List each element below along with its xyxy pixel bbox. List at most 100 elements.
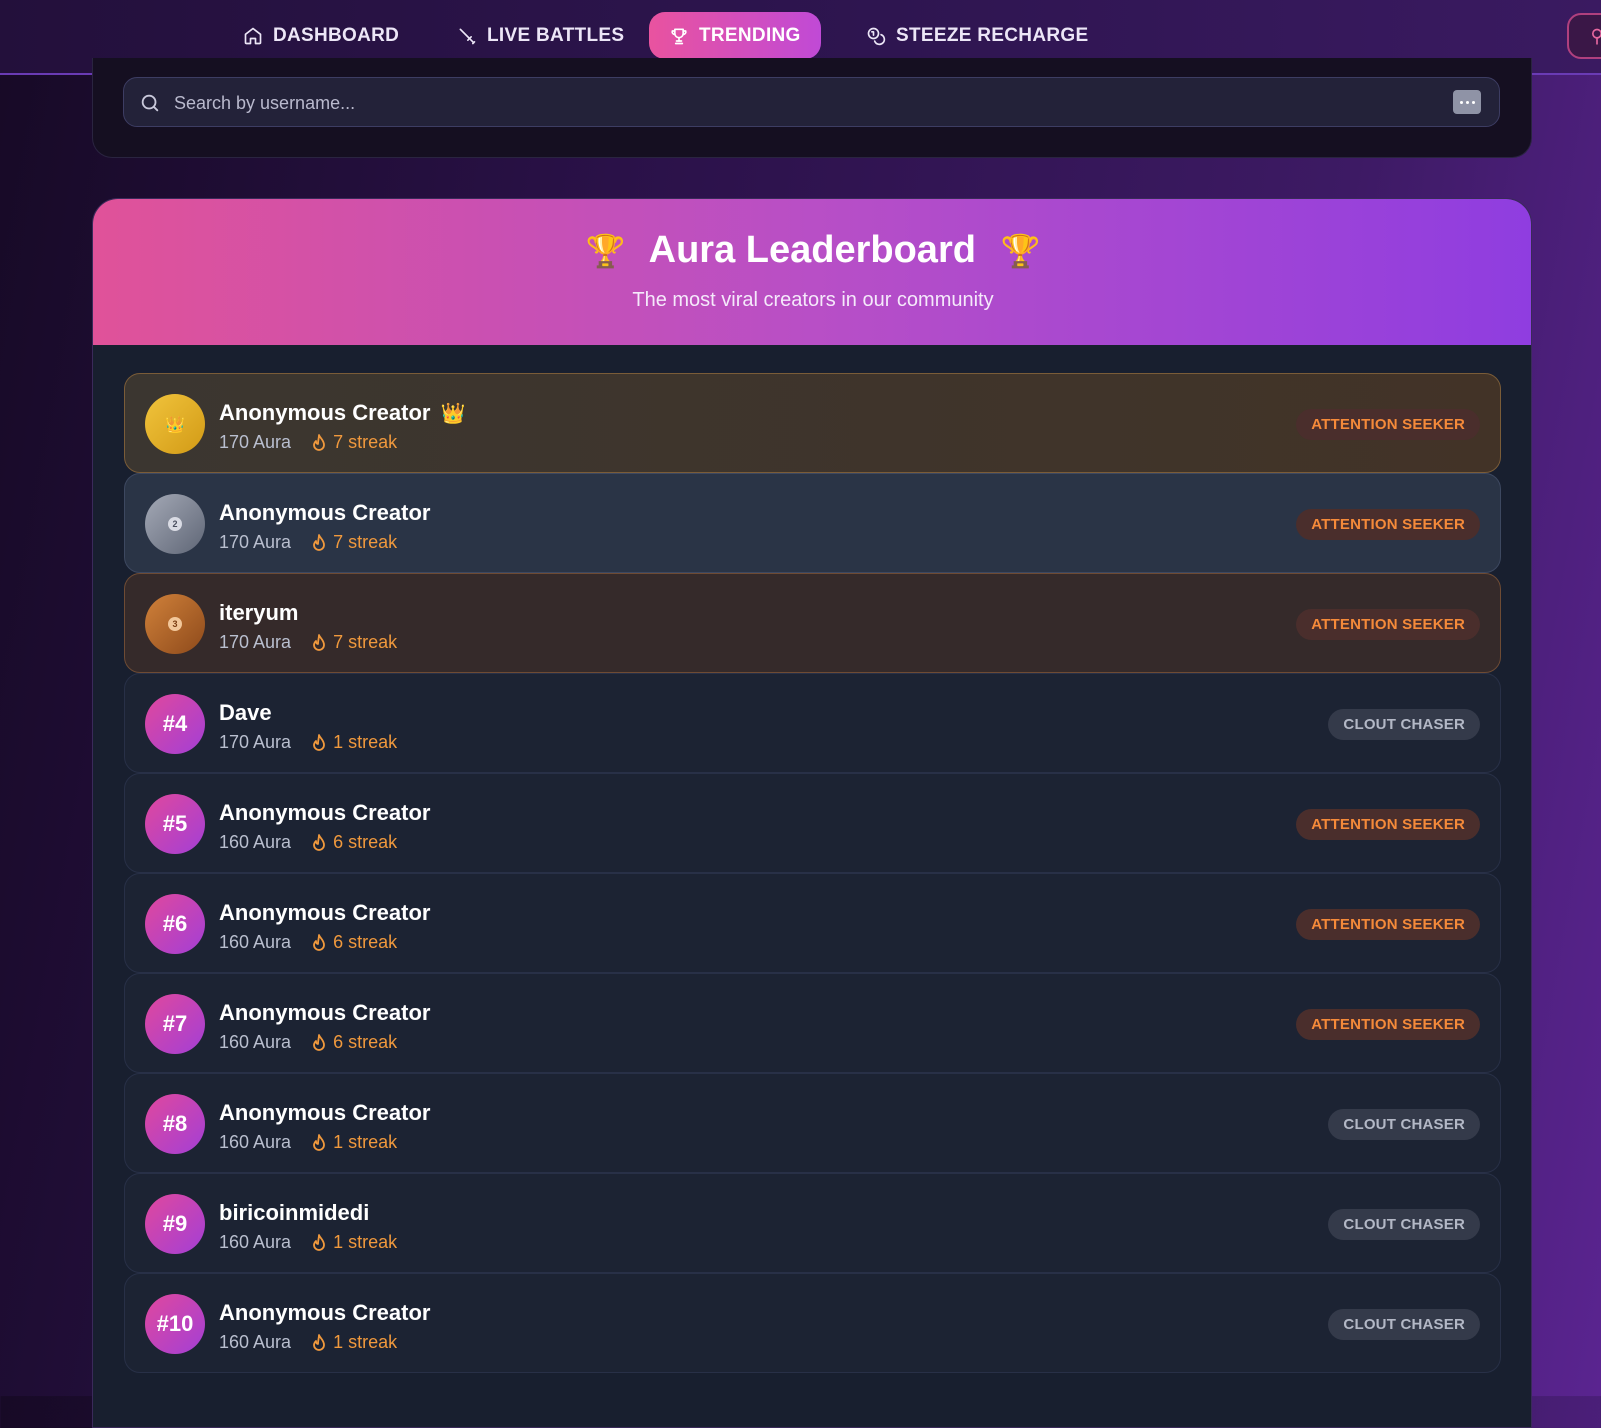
rank-avatar: #6 xyxy=(145,894,205,954)
trophy-emoji-icon: 🏆 xyxy=(1000,232,1041,270)
streak: 1 streak xyxy=(311,1232,397,1253)
flame-icon xyxy=(313,733,325,751)
leaderboard-row[interactable]: #10 Anonymous Creator 160 Aura 1 streak … xyxy=(124,1273,1501,1373)
leaderboard-subtitle: The most viral creators in our community xyxy=(632,289,994,311)
creator-name: Anonymous Creator 👑 xyxy=(219,400,465,426)
flame-icon xyxy=(313,633,325,651)
streak: 1 streak xyxy=(311,1132,397,1153)
creator-name-text: Anonymous Creator xyxy=(219,500,431,525)
aura-value: 160 Aura xyxy=(219,1232,292,1252)
creator-name-text: Anonymous Creator xyxy=(219,900,431,925)
flame-icon xyxy=(313,833,325,851)
trophy-icon xyxy=(671,28,687,44)
creator-name: Anonymous Creator xyxy=(219,500,430,526)
nav-trending[interactable]: TRENDING xyxy=(649,12,821,59)
creator-stats: 160 Aura 6 streak xyxy=(219,1032,397,1053)
creator-name: Anonymous Creator xyxy=(219,1000,430,1026)
creator-name: biricoinmidedi xyxy=(219,1200,369,1226)
creator-name: Anonymous Creator xyxy=(219,900,430,926)
leaderboard-row[interactable]: 2 Anonymous Creator 170 Aura 7 streak AT… xyxy=(124,473,1501,573)
flame-icon xyxy=(313,1033,325,1051)
streak-value: 6 streak xyxy=(333,832,398,852)
aura-value: 170 Aura xyxy=(219,632,292,652)
status-badge: CLOUT CHASER xyxy=(1328,1209,1480,1240)
search-box[interactable] xyxy=(123,77,1500,127)
search-input[interactable] xyxy=(174,88,1374,118)
leaderboard-row[interactable]: 👑 Anonymous Creator 👑 170 Aura 7 streak A… xyxy=(124,373,1501,473)
rank-2-avatar: 2 xyxy=(145,494,205,554)
rank-avatar: #7 xyxy=(145,994,205,1054)
home-icon xyxy=(244,27,262,44)
streak: 7 streak xyxy=(311,432,397,453)
nav-dashboard[interactable]: DASHBOARD xyxy=(223,12,419,59)
status-badge: ATTENTION SEEKER xyxy=(1296,609,1480,640)
nav-live-battles[interactable]: LIVE BATTLES xyxy=(437,12,644,59)
leaderboard-row[interactable]: #6 Anonymous Creator 160 Aura 6 streak A… xyxy=(124,873,1501,973)
creator-stats: 160 Aura 6 streak xyxy=(219,832,397,853)
profile-button[interactable] xyxy=(1567,13,1601,59)
silver-medal-icon: 2 xyxy=(168,517,182,531)
nav-trending-label: TRENDING xyxy=(699,24,801,46)
rank-3-avatar: 3 xyxy=(145,594,205,654)
bronze-medal-icon: 3 xyxy=(168,617,182,631)
status-badge: ATTENTION SEEKER xyxy=(1296,509,1480,540)
creator-name-text: Anonymous Creator xyxy=(219,400,431,425)
flame-icon xyxy=(313,533,325,551)
status-badge: CLOUT CHASER xyxy=(1328,1109,1480,1140)
creator-name-text: Anonymous Creator xyxy=(219,1300,431,1325)
aura-value: 160 Aura xyxy=(219,1332,292,1352)
streak-value: 1 streak xyxy=(333,1132,398,1152)
leaderboard-title-text: Aura Leaderboard xyxy=(648,229,976,271)
streak-value: 6 streak xyxy=(333,1032,398,1052)
creator-name: Anonymous Creator xyxy=(219,1100,430,1126)
rank-avatar: #10 xyxy=(145,1294,205,1354)
leaderboard-row[interactable]: #7 Anonymous Creator 160 Aura 6 streak A… xyxy=(124,973,1501,1073)
creator-stats: 170 Aura 7 streak xyxy=(219,432,397,453)
more-options-button[interactable] xyxy=(1453,90,1481,114)
streak-value: 7 streak xyxy=(333,532,398,552)
streak-value: 1 streak xyxy=(333,1232,398,1252)
creator-stats: 170 Aura 7 streak xyxy=(219,532,397,553)
leaderboard-row[interactable]: #8 Anonymous Creator 160 Aura 1 streak C… xyxy=(124,1073,1501,1173)
creator-name: iteryum xyxy=(219,600,298,626)
aura-value: 170 Aura xyxy=(219,432,292,452)
streak: 1 streak xyxy=(311,1332,397,1353)
streak-value: 1 streak xyxy=(333,1332,398,1352)
creator-name-text: Anonymous Creator xyxy=(219,1000,431,1025)
creator-name-text: biricoinmidedi xyxy=(219,1200,370,1225)
aura-value: 160 Aura xyxy=(219,932,292,952)
flame-icon xyxy=(313,1233,325,1251)
sword-icon xyxy=(459,28,476,44)
status-badge: ATTENTION SEEKER xyxy=(1296,409,1480,440)
trophy-emoji-icon: 🏆 xyxy=(585,232,626,270)
flame-icon xyxy=(313,1133,325,1151)
aura-value: 160 Aura xyxy=(219,1032,292,1052)
leaderboard-row[interactable]: #9 biricoinmidedi 160 Aura 1 streak CLOU… xyxy=(124,1173,1501,1273)
streak: 6 streak xyxy=(311,832,397,853)
leaderboard-row[interactable]: #4 Dave 170 Aura 1 streak CLOUT CHASER xyxy=(124,673,1501,773)
creator-name: Anonymous Creator xyxy=(219,800,430,826)
search-icon xyxy=(141,94,159,112)
creator-name-text: iteryum xyxy=(219,600,299,625)
rank-avatar: #9 xyxy=(145,1194,205,1254)
leaderboard-row[interactable]: #5 Anonymous Creator 160 Aura 6 streak A… xyxy=(124,773,1501,873)
streak-value: 7 streak xyxy=(333,432,398,452)
rank-avatar: #4 xyxy=(145,694,205,754)
streak: 7 streak xyxy=(311,532,397,553)
creator-name-text: Dave xyxy=(219,700,272,725)
aura-value: 160 Aura xyxy=(219,832,292,852)
aura-value: 170 Aura xyxy=(219,732,292,752)
creator-stats: 170 Aura 1 streak xyxy=(219,732,397,753)
creator-name: Dave xyxy=(219,700,272,726)
nav-steeze-recharge[interactable]: STEEZE RECHARGE xyxy=(846,12,1108,59)
creator-stats: 160 Aura 1 streak xyxy=(219,1332,397,1353)
creator-name-text: Anonymous Creator xyxy=(219,1100,431,1125)
dot-icon xyxy=(1465,100,1469,104)
leaderboard-card: 🏆 Aura Leaderboard 🏆 The most viral crea… xyxy=(92,198,1532,1428)
coins-icon xyxy=(867,27,886,45)
creator-name-text: Anonymous Creator xyxy=(219,800,431,825)
aura-value: 160 Aura xyxy=(219,1132,292,1152)
leaderboard-header: 🏆 Aura Leaderboard 🏆 The most viral crea… xyxy=(93,199,1531,345)
leaderboard-row[interactable]: 3 iteryum 170 Aura 7 streak ATTENTION SE… xyxy=(124,573,1501,673)
nav-live-battles-label: LIVE BATTLES xyxy=(487,24,625,46)
